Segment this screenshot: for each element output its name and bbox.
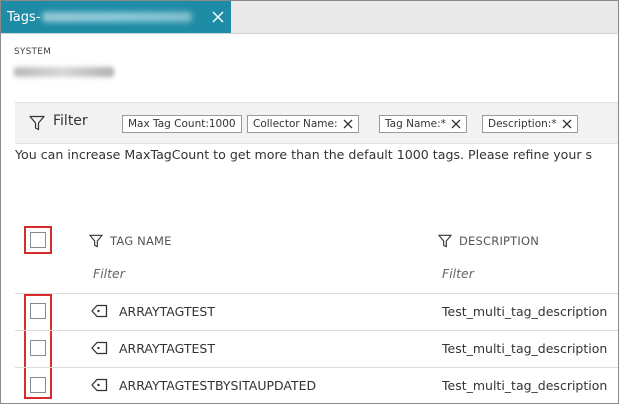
redacted-system-name xyxy=(14,67,114,77)
row-checkbox[interactable] xyxy=(30,303,46,319)
description-cell: Test_multi_tag_description xyxy=(442,378,608,393)
filter-label[interactable]: Filter xyxy=(53,113,88,129)
tab-tags[interactable]: Tags- xyxy=(1,1,231,33)
close-icon[interactable] xyxy=(211,10,225,24)
chip-label: Max Tag Count:1000 xyxy=(128,118,236,130)
row-checkbox[interactable] xyxy=(30,340,46,356)
column-filter-icon[interactable] xyxy=(438,234,452,248)
remove-chip-icon[interactable] xyxy=(451,119,461,129)
chip-description[interactable]: Description:* xyxy=(482,115,578,133)
column-header-description[interactable]: DESCRIPTION xyxy=(438,234,539,248)
tag-name-cell[interactable]: ARRAYTAGTEST xyxy=(119,341,215,356)
remove-chip-icon[interactable] xyxy=(343,119,353,129)
tag-icon xyxy=(91,304,108,318)
chip-label: Tag Name:* xyxy=(385,118,446,130)
table-row[interactable]: ARRAYTAGTEST Test_multi_tag_description xyxy=(15,331,618,368)
filter-bar: Filter Max Tag Count:1000 Collector Name… xyxy=(15,102,618,144)
column-label: TAG NAME xyxy=(110,234,172,248)
tag-name-filter-input[interactable]: Filter xyxy=(93,266,125,281)
tags-window: Tags- SYSTEM Filter Max Tag Count:1000 C… xyxy=(0,0,619,404)
table-row[interactable]: ARRAYTAGTESTBYSITAUPDATED Test_multi_tag… xyxy=(15,368,618,403)
chip-label: Description:* xyxy=(488,118,557,130)
filter-icon[interactable] xyxy=(29,115,45,131)
chip-max-tag-count[interactable]: Max Tag Count:1000 xyxy=(122,115,242,133)
tab-title: Tags- xyxy=(7,9,41,25)
chip-label: Collector Name: xyxy=(253,118,338,130)
chip-tag-name[interactable]: Tag Name:* xyxy=(379,115,467,133)
description-cell: Test_multi_tag_description xyxy=(442,304,608,319)
system-label: SYSTEM xyxy=(14,47,52,57)
row-checkbox[interactable] xyxy=(30,377,46,393)
tag-name-cell[interactable]: ARRAYTAGTEST xyxy=(119,304,215,319)
chip-collector-name[interactable]: Collector Name: xyxy=(247,115,359,133)
tag-icon xyxy=(91,378,108,392)
column-header-tag-name[interactable]: TAG NAME xyxy=(89,234,172,248)
description-cell: Test_multi_tag_description xyxy=(442,341,608,356)
tag-icon xyxy=(91,341,108,355)
column-filter-row: Filter Filter xyxy=(15,257,618,294)
column-label: DESCRIPTION xyxy=(459,234,540,248)
table-row[interactable]: ARRAYTAGTEST Test_multi_tag_description xyxy=(15,294,618,331)
remove-chip-icon[interactable] xyxy=(562,119,572,129)
column-filter-icon[interactable] xyxy=(89,234,103,248)
select-all-checkbox[interactable] xyxy=(30,232,46,248)
tab-bar: Tags- xyxy=(1,1,618,34)
max-tag-count-message: You can increase MaxTagCount to get more… xyxy=(15,147,593,162)
redacted-tab-subtitle xyxy=(42,12,193,22)
table-header: TAG NAME DESCRIPTION xyxy=(15,226,618,256)
description-filter-input[interactable]: Filter xyxy=(442,266,474,281)
tag-name-cell[interactable]: ARRAYTAGTESTBYSITAUPDATED xyxy=(119,378,316,393)
